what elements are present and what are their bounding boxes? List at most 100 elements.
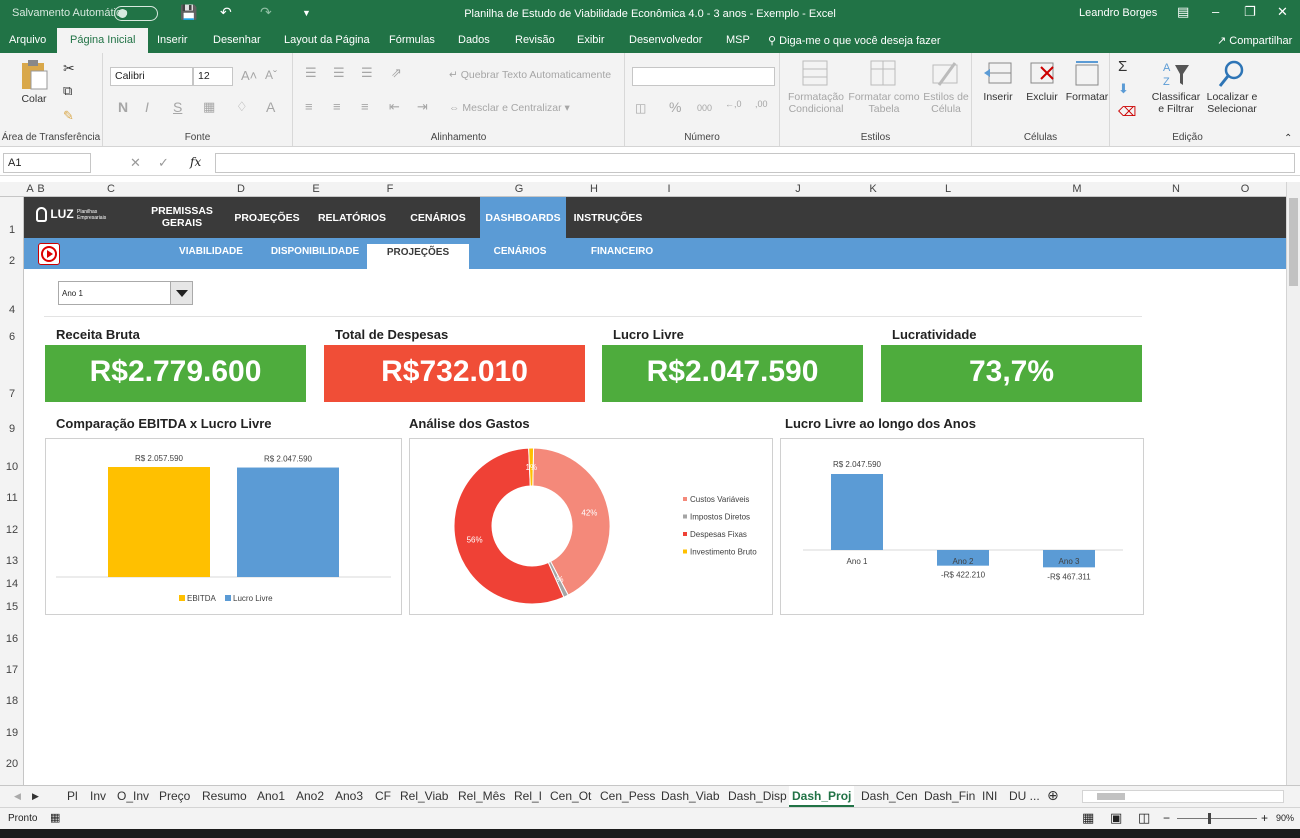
normal-view-icon[interactable]: ▦ [1082, 810, 1094, 826]
column-header[interactable]: A [24, 183, 36, 195]
close-icon[interactable]: ✕ [1277, 4, 1288, 20]
row-header[interactable]: 4 [0, 304, 24, 316]
sheet-tab[interactable]: Rel_I [514, 789, 542, 803]
chart-lucro-anos[interactable]: R$ 2.047.590 Ano 1 Ano 2 -R$ 422.210 Ano 3 -R… [781, 439, 1143, 614]
row-header[interactable]: 9 [0, 423, 24, 435]
name-box[interactable]: A1 [3, 153, 91, 173]
macro-record-icon[interactable]: ▦ [50, 811, 60, 824]
align-center-icon[interactable]: ≡ [333, 99, 341, 114]
insert-cells-button[interactable]: Inserir [976, 59, 1020, 103]
sheet-tab[interactable]: Dash_Fin [924, 789, 975, 803]
align-left-icon[interactable]: ≡ [305, 99, 313, 114]
share-button[interactable]: ↗ Compartilhar [1217, 34, 1292, 47]
row-header[interactable]: 17 [0, 664, 24, 676]
zoom-slider[interactable] [1177, 818, 1257, 819]
sheet-tab[interactable]: Ano2 [296, 789, 324, 803]
format-painter-icon[interactable]: ✎ [63, 108, 74, 124]
subnav-cenarios[interactable]: CENÁRIOS [478, 246, 562, 257]
tab-msp[interactable]: MSP [726, 34, 750, 46]
sheet-tab[interactable]: Preço [159, 789, 190, 803]
subnav-financeiro[interactable]: FINANCEIRO [580, 246, 664, 257]
sheet-tab[interactable]: Dash_Viab [661, 789, 720, 803]
column-header[interactable]: F [326, 183, 454, 195]
nav-premissas-gerais[interactable]: PREMISSAS GERAIS [142, 205, 222, 229]
sheet-tab[interactable]: Cen_Pess [600, 789, 655, 803]
sheet-tab[interactable]: Inv [90, 789, 106, 803]
accounting-format-icon[interactable]: ◫ [635, 101, 646, 115]
row-header[interactable]: 13 [0, 555, 24, 567]
row-header[interactable]: 2 [0, 255, 24, 267]
align-middle-icon[interactable]: ☰ [333, 65, 345, 81]
row-header[interactable]: 19 [0, 727, 24, 739]
tab-desenhar[interactable]: Desenhar [213, 34, 261, 46]
number-format-select[interactable] [632, 67, 775, 86]
sheet-tab[interactable]: Resumo [202, 789, 247, 803]
tab-arquivo[interactable]: Arquivo [9, 34, 46, 46]
column-header[interactable]: B [36, 183, 46, 195]
sheet-tab[interactable]: Cen_Ot [550, 789, 591, 803]
percent-icon[interactable]: % [669, 99, 681, 115]
tab-desenvolvedor[interactable]: Desenvolvedor [629, 34, 702, 46]
horizontal-scrollbar[interactable] [1082, 790, 1284, 803]
decrease-indent-icon[interactable]: ⇤ [389, 99, 400, 115]
sheet-tab[interactable]: DU ... [1009, 789, 1040, 803]
format-table-button[interactable]: Formatar como Tabela [848, 59, 920, 115]
zoom-level[interactable]: 90% [1276, 813, 1294, 823]
column-header[interactable]: J [734, 183, 862, 195]
sheet-tab[interactable]: Rel_Mês [458, 789, 505, 803]
sheet-tab[interactable]: Dash_Cen [861, 789, 918, 803]
sheet-tab[interactable]: Pl [67, 789, 78, 803]
row-header[interactable]: 16 [0, 633, 24, 645]
row-header[interactable]: 12 [0, 524, 24, 536]
sheet-tab[interactable]: CF [375, 789, 391, 803]
italic-icon[interactable]: I [145, 99, 149, 115]
subnav-disponibilidade[interactable]: DISPONIBILIDADE [267, 246, 363, 257]
ribbon-display-icon[interactable]: ▤ [1177, 4, 1189, 20]
page-break-icon[interactable]: ◫ [1138, 810, 1150, 826]
chart-ebitda[interactable]: R$ 2.057.590 R$ 2.047.590 EBITDA Lucro Livr… [46, 439, 401, 614]
tab-exibir[interactable]: Exibir [577, 34, 605, 46]
row-header[interactable]: 11 [0, 492, 24, 504]
thousands-icon[interactable]: 000 [697, 103, 712, 113]
bold-icon[interactable]: N [118, 99, 128, 115]
zoom-in-icon[interactable]: + [1261, 811, 1268, 825]
column-header[interactable]: K [862, 183, 884, 195]
zoom-slider-thumb[interactable] [1208, 813, 1211, 824]
sheet-tab[interactable]: Ano3 [335, 789, 363, 803]
sheet-tab[interactable]: Rel_Viab [400, 789, 448, 803]
row-header[interactable]: 7 [0, 388, 24, 400]
nav-projecoes[interactable]: PROJEÇÕES [229, 212, 305, 224]
next-sheet-icon[interactable]: ▶ [32, 791, 39, 802]
sheet-tab[interactable]: Dash_Disp [728, 789, 787, 803]
chart-gastos[interactable]: 42%1%56%1%Custos VariáveisImpostos Diret… [410, 439, 772, 614]
row-header[interactable]: 20 [0, 758, 24, 770]
tab-layout[interactable]: Layout da Página [284, 34, 370, 46]
dropdown-arrow-icon[interactable] [170, 282, 192, 304]
sort-filter-button[interactable]: AZ Classificar e Filtrar [1150, 59, 1202, 115]
play-button[interactable] [38, 243, 60, 265]
grow-font-icon[interactable]: A˄ [241, 68, 257, 83]
merge-center-button[interactable]: ⇔ Mesclar e Centralizar ▾ [449, 102, 570, 114]
underline-icon[interactable]: S [173, 99, 182, 115]
orientation-icon[interactable]: ⇗ [391, 65, 402, 81]
align-top-icon[interactable]: ☰ [305, 65, 317, 81]
column-header[interactable]: C [46, 183, 176, 195]
row-header[interactable]: 6 [0, 331, 24, 343]
insert-function-icon[interactable]: fx [190, 155, 201, 169]
column-header[interactable]: G [454, 183, 584, 195]
collapse-ribbon-icon[interactable]: ⌃ [1284, 133, 1292, 144]
subnav-projecoes[interactable]: PROJEÇÕES [367, 244, 469, 269]
sheet-tab[interactable]: O_Inv [117, 789, 149, 803]
sheet-tab[interactable]: Ano1 [257, 789, 285, 803]
column-header[interactable]: L [884, 183, 1012, 195]
shrink-font-icon[interactable]: Aˇ [265, 68, 277, 82]
subnav-viabilidade[interactable]: VIABILIDADE [170, 246, 252, 257]
font-size-select[interactable]: 12 [193, 67, 233, 86]
vertical-scrollbar[interactable] [1286, 182, 1300, 785]
conditional-format-button[interactable]: Formatação Condicional [784, 59, 848, 115]
copy-icon[interactable]: ⧉ [63, 83, 72, 99]
wrap-text-button[interactable]: ↵ Quebrar Texto Automaticamente [449, 69, 611, 81]
clear-icon[interactable]: ⌫ [1118, 104, 1136, 120]
page-layout-icon[interactable]: ▣ [1110, 810, 1122, 826]
cut-icon[interactable]: ✂ [63, 60, 75, 77]
